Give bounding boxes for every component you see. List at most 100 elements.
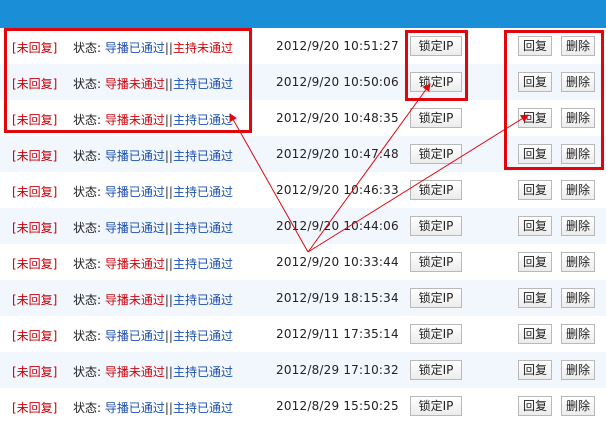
status-separator: || [164, 257, 173, 271]
reply-button[interactable]: 回复 [518, 144, 552, 164]
status-label: 状态: [73, 401, 102, 415]
status-separator: || [164, 293, 173, 307]
lock-ip-button[interactable]: 锁定IP [410, 324, 462, 344]
reply-state-badge: [未回复] [12, 185, 58, 199]
list-item: [未回复] 状态: 导播未通过||主持已通过 2012/9/19 18:15:3… [0, 280, 606, 316]
reply-button[interactable]: 回复 [518, 36, 552, 56]
status-separator: || [164, 365, 173, 379]
host-status: 主持已通过 [172, 365, 233, 379]
review-status: 状态: 导播已通过||主持已通过 [73, 183, 233, 200]
list-item: [未回复] 状态: 导播未通过||主持已通过 2012/9/20 10:48:3… [0, 100, 606, 136]
list-item: [未回复] 状态: 导播已通过||主持已通过 2012/9/20 10:44:0… [0, 208, 606, 244]
timestamp: 2012/9/20 10:51:27 [276, 39, 399, 53]
delete-button[interactable]: 删除 [561, 396, 595, 416]
list-item: [未回复] 状态: 导播未通过||主持已通过 2012/9/20 10:50:0… [0, 64, 606, 100]
lock-ip-button[interactable]: 锁定IP [410, 108, 462, 128]
lock-ip-button[interactable]: 锁定IP [410, 360, 462, 380]
lock-ip-button[interactable]: 锁定IP [410, 252, 462, 272]
director-status: 导播已通过 [104, 149, 165, 163]
reply-button[interactable]: 回复 [518, 180, 552, 200]
reply-button[interactable]: 回复 [518, 396, 552, 416]
host-status: 主持已通过 [172, 293, 233, 307]
timestamp: 2012/9/20 10:48:35 [276, 111, 399, 125]
delete-button[interactable]: 删除 [561, 216, 595, 236]
list-item: [未回复] 状态: 导播已通过||主持已通过 2012/9/20 10:46:3… [0, 172, 606, 208]
status-label: 状态: [73, 221, 102, 235]
review-status: 状态: 导播未通过||主持已通过 [73, 363, 233, 380]
timestamp: 2012/9/11 17:35:14 [276, 327, 399, 341]
delete-button[interactable]: 删除 [561, 288, 595, 308]
reply-button[interactable]: 回复 [518, 360, 552, 380]
review-status: 状态: 导播已通过||主持已通过 [73, 399, 233, 416]
reply-button[interactable]: 回复 [518, 72, 552, 92]
status-separator: || [164, 41, 173, 55]
status-separator: || [164, 77, 173, 91]
reply-button[interactable]: 回复 [518, 288, 552, 308]
lock-ip-button[interactable]: 锁定IP [410, 396, 462, 416]
delete-button[interactable]: 删除 [561, 360, 595, 380]
director-status: 导播已通过 [104, 329, 165, 343]
reply-state-badge: [未回复] [12, 113, 58, 127]
host-status: 主持已通过 [172, 77, 233, 91]
reply-button[interactable]: 回复 [518, 324, 552, 344]
list-item: [未回复] 状态: 导播已通过||主持已通过 2012/9/11 17:35:1… [0, 316, 606, 352]
status-separator: || [164, 185, 173, 199]
reply-button[interactable]: 回复 [518, 252, 552, 272]
lock-ip-button[interactable]: 锁定IP [410, 144, 462, 164]
lock-ip-button[interactable]: 锁定IP [410, 288, 462, 308]
director-status: 导播已通过 [104, 185, 165, 199]
timestamp: 2012/9/20 10:44:06 [276, 219, 399, 233]
host-status: 主持已通过 [172, 257, 233, 271]
message-list: [未回复] 状态: 导播已通过||主持未通过 2012/9/20 10:51:2… [0, 28, 606, 424]
review-status: 状态: 导播未通过||主持已通过 [73, 291, 233, 308]
host-status: 主持已通过 [172, 221, 233, 235]
lock-ip-button[interactable]: 锁定IP [410, 216, 462, 236]
host-status: 主持已通过 [172, 329, 233, 343]
delete-button[interactable]: 删除 [561, 144, 595, 164]
list-item: [未回复] 状态: 导播未通过||主持已通过 2012/9/20 10:33:4… [0, 244, 606, 280]
lock-ip-button[interactable]: 锁定IP [410, 72, 462, 92]
reply-state-badge: [未回复] [12, 257, 58, 271]
delete-button[interactable]: 删除 [561, 36, 595, 56]
review-status: 状态: 导播已通过||主持已通过 [73, 219, 233, 236]
reply-button[interactable]: 回复 [518, 216, 552, 236]
host-status: 主持已通过 [172, 113, 233, 127]
status-label: 状态: [73, 329, 102, 343]
status-label: 状态: [73, 149, 102, 163]
reply-state-badge: [未回复] [12, 149, 58, 163]
status-label: 状态: [73, 365, 102, 379]
director-status: 导播未通过 [104, 77, 165, 91]
timestamp: 2012/9/20 10:46:33 [276, 183, 399, 197]
list-item: [未回复] 状态: 导播已通过||主持未通过 2012/9/20 10:51:2… [0, 28, 606, 64]
status-label: 状态: [73, 113, 102, 127]
reply-state-badge: [未回复] [12, 329, 58, 343]
reply-button[interactable]: 回复 [518, 108, 552, 128]
review-status: 状态: 导播已通过||主持未通过 [73, 39, 233, 56]
status-separator: || [164, 401, 173, 415]
timestamp: 2012/9/20 10:33:44 [276, 255, 399, 269]
director-status: 导播未通过 [104, 365, 165, 379]
director-status: 导播已通过 [104, 401, 165, 415]
reply-state-badge: [未回复] [12, 293, 58, 307]
status-label: 状态: [73, 41, 102, 55]
lock-ip-button[interactable]: 锁定IP [410, 180, 462, 200]
status-separator: || [164, 329, 173, 343]
status-label: 状态: [73, 293, 102, 307]
timestamp: 2012/9/19 18:15:34 [276, 291, 399, 305]
status-separator: || [164, 149, 173, 163]
header-bar [0, 0, 606, 28]
delete-button[interactable]: 删除 [561, 252, 595, 272]
status-label: 状态: [73, 257, 102, 271]
review-status: 状态: 导播未通过||主持已通过 [73, 255, 233, 272]
delete-button[interactable]: 删除 [561, 324, 595, 344]
host-status: 主持已通过 [172, 149, 233, 163]
delete-button[interactable]: 删除 [561, 108, 595, 128]
timestamp: 2012/8/29 15:50:25 [276, 399, 399, 413]
host-status: 主持未通过 [172, 41, 233, 55]
delete-button[interactable]: 删除 [561, 180, 595, 200]
delete-button[interactable]: 删除 [561, 72, 595, 92]
status-separator: || [164, 221, 173, 235]
review-status: 状态: 导播已通过||主持已通过 [73, 327, 233, 344]
status-label: 状态: [73, 77, 102, 91]
lock-ip-button[interactable]: 锁定IP [410, 36, 462, 56]
